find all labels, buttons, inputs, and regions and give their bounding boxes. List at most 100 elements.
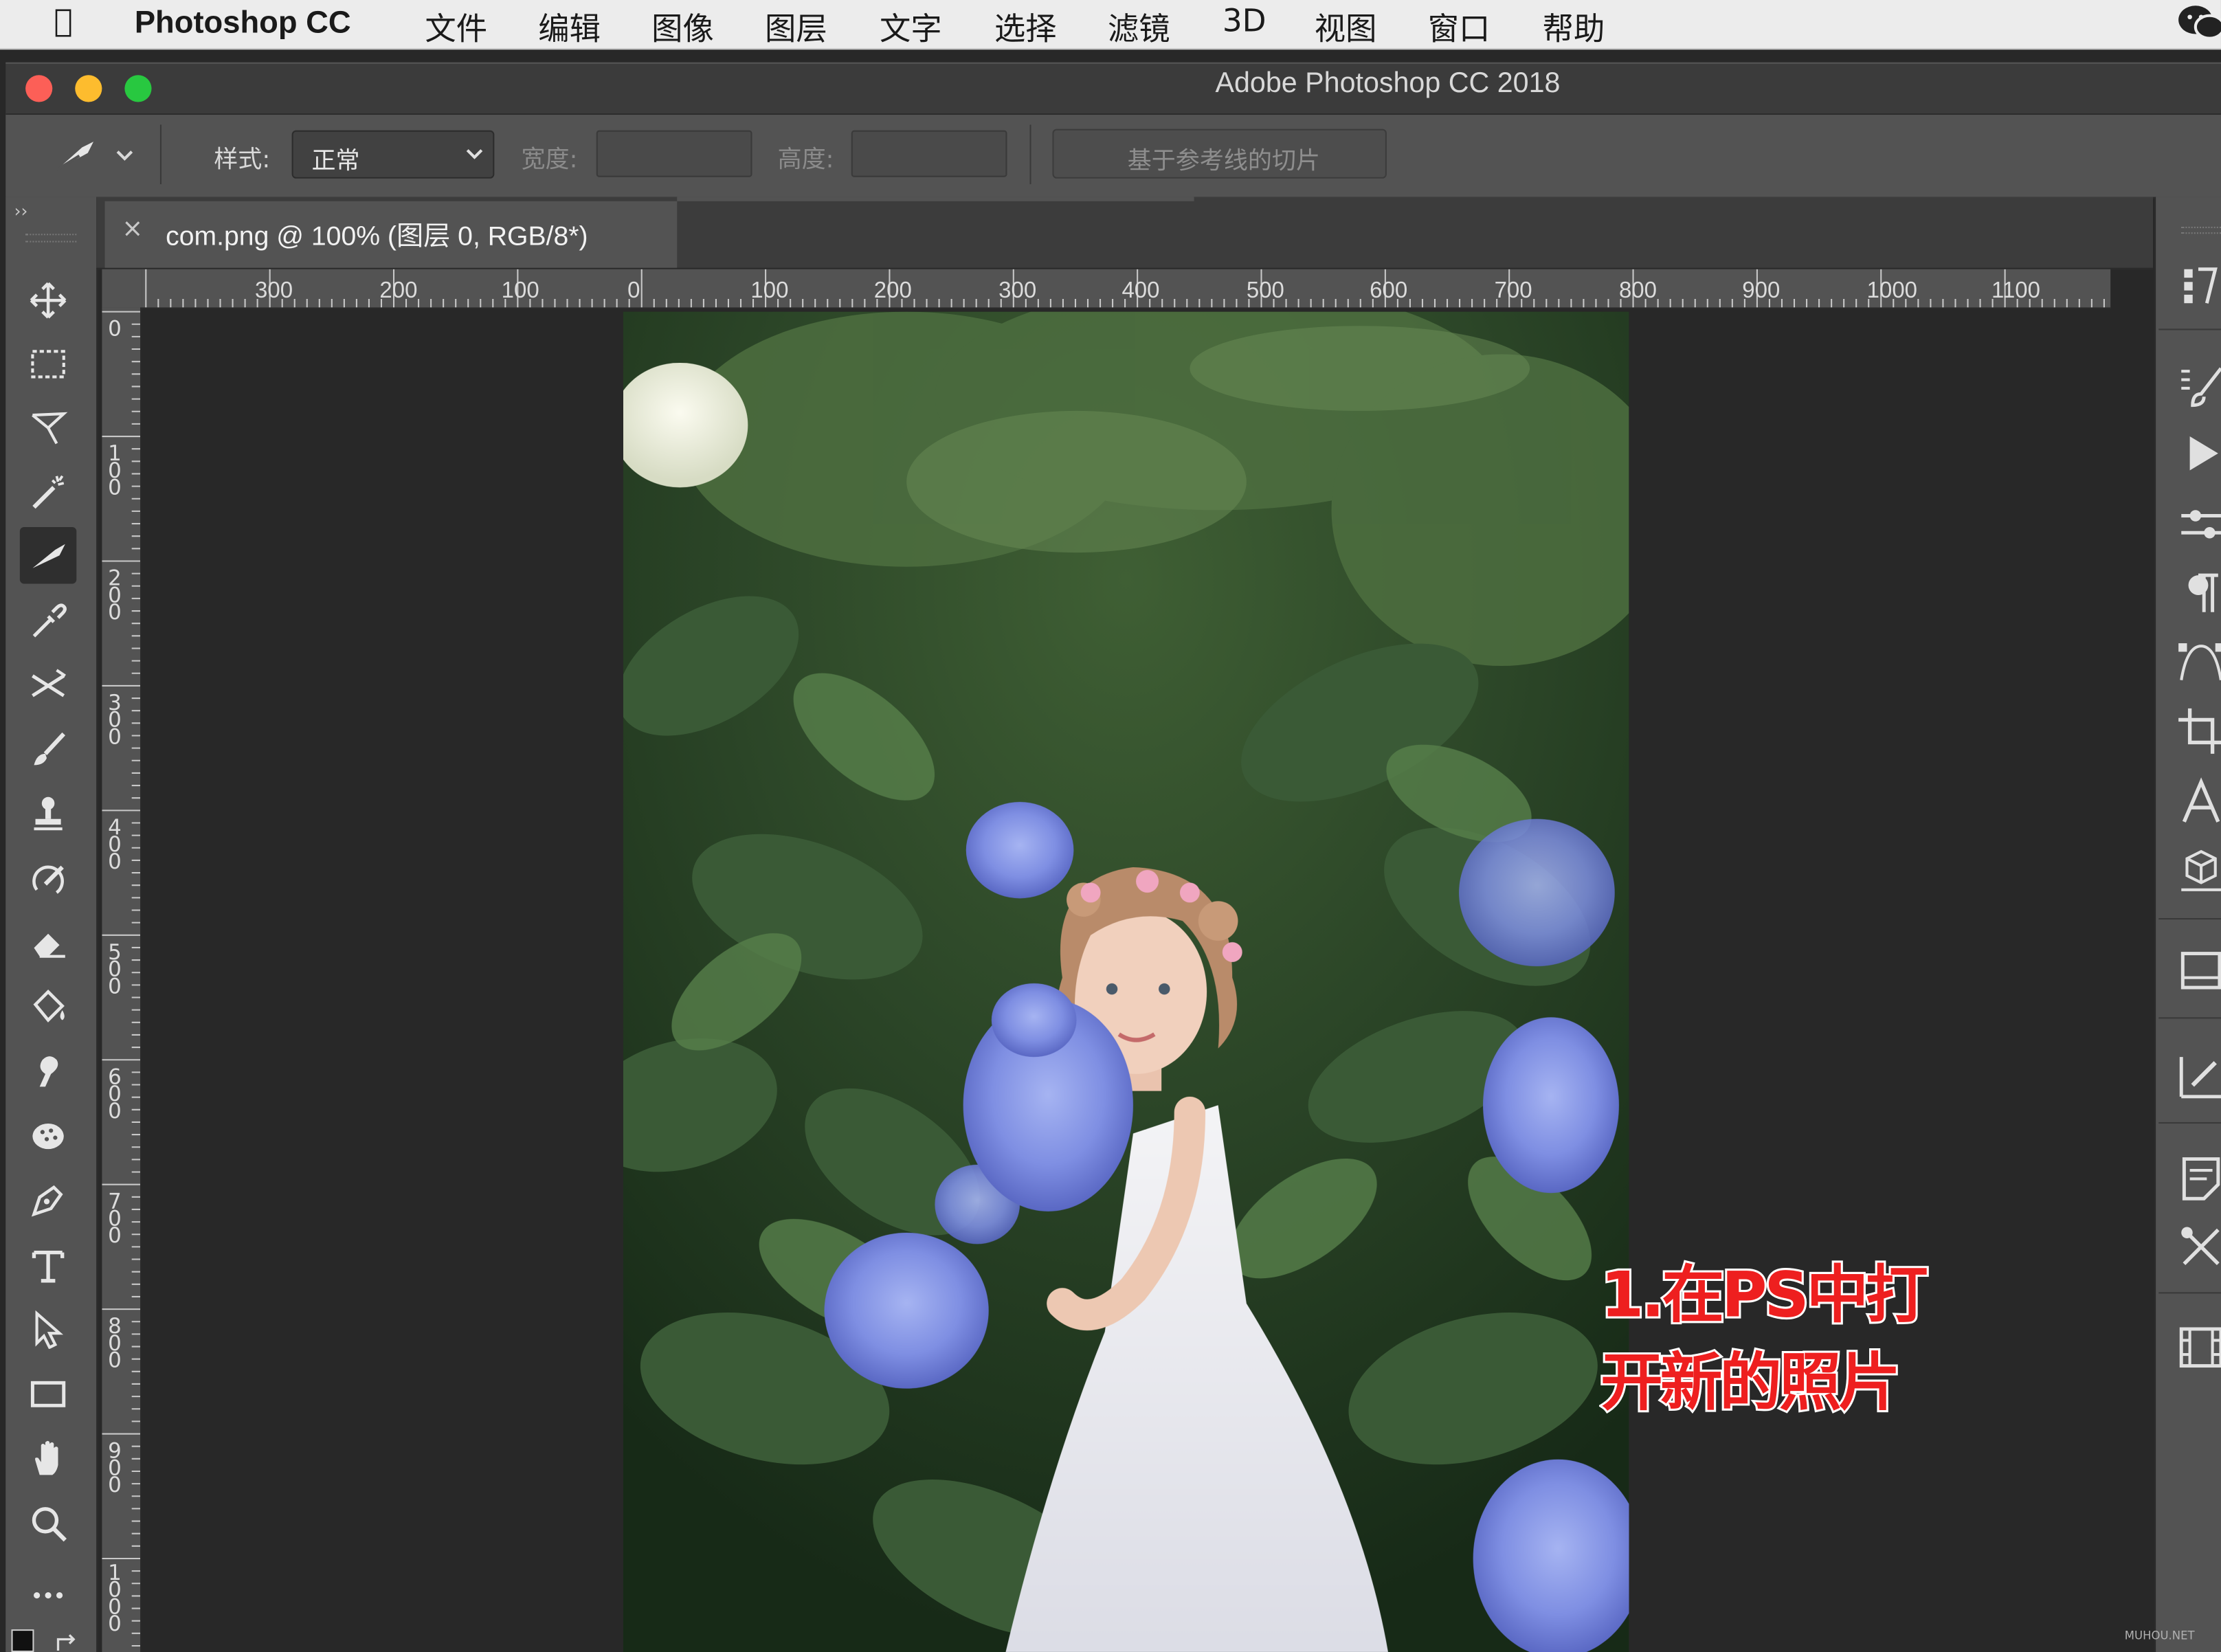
healing-tool[interactable]: [20, 656, 76, 713]
style-label: 样式:: [214, 146, 271, 175]
type-icon: [32, 1250, 65, 1283]
artboard-icon[interactable]: [2176, 946, 2221, 997]
ruler-label: 100: [501, 279, 539, 304]
magic-wand-tool[interactable]: [20, 463, 76, 520]
menu-select[interactable]: 选择: [994, 4, 1057, 49]
eyedropper-tool[interactable]: [20, 592, 76, 649]
paint-bucket-tool[interactable]: [20, 979, 76, 1036]
divider: [2158, 918, 2221, 920]
chevron-down-icon[interactable]: [113, 146, 136, 166]
menu-3d[interactable]: 3D: [1223, 4, 1266, 40]
divider: [2158, 1121, 2221, 1124]
play-actions-icon[interactable]: [2176, 428, 2221, 479]
more-tools[interactable]: [20, 1559, 76, 1615]
brush-settings-icon[interactable]: [2176, 360, 2221, 411]
ruler-label: 1100: [1991, 279, 2040, 304]
eraser-icon: [34, 933, 65, 958]
spot-healing-icon: [32, 669, 66, 697]
history-brush-tool[interactable]: [20, 850, 76, 906]
eraser-tool[interactable]: [20, 914, 76, 970]
move-icon: [30, 282, 67, 319]
paragraph-icon[interactable]: [2176, 567, 2221, 618]
paint-bucket-icon: [33, 990, 65, 1023]
smudge-tool[interactable]: [20, 1042, 76, 1099]
tool-presets-icon[interactable]: [2176, 1221, 2221, 1272]
magic-wand-icon: [32, 475, 65, 509]
zoom-tool[interactable]: [20, 1495, 76, 1551]
rectangle-icon: [30, 1381, 66, 1407]
hand-tool[interactable]: [20, 1429, 76, 1486]
mac-menubar:  Photoshop CC 文件 编辑 图像 图层 文字 选择 滤镜 3D 视…: [0, 0, 2221, 50]
right-panel-dock: [2154, 197, 2221, 1652]
ruler-label: 400: [1121, 279, 1160, 304]
rectangle-tool[interactable]: [20, 1366, 76, 1422]
history-brush-icon: [32, 865, 64, 894]
document-tab[interactable]: × com.png @ 100% (图层 0, RGB/8*): [104, 201, 678, 268]
slices-from-guides-button[interactable]: 基于参考线的切片: [1052, 129, 1387, 179]
ruler-label: 700: [108, 1188, 122, 1249]
apple-icon[interactable]: : [54, 4, 72, 40]
sponge-icon: [32, 1124, 64, 1150]
menu-file[interactable]: 文件: [425, 4, 487, 49]
brush-tool[interactable]: [20, 721, 76, 777]
panel-grip[interactable]: [25, 234, 77, 243]
character-icon[interactable]: [2176, 777, 2221, 827]
move-tool[interactable]: [20, 272, 76, 328]
arrow-pointer-icon: [35, 1310, 64, 1349]
app-menu[interactable]: Photoshop CC: [135, 4, 351, 41]
menu-window[interactable]: 窗口: [1428, 4, 1491, 49]
panel-grip[interactable]: [2181, 226, 2221, 234]
adjustments-sliders-icon[interactable]: [2176, 499, 2221, 550]
menu-layer[interactable]: 图层: [765, 4, 827, 49]
close-window-button[interactable]: [25, 75, 53, 102]
ruler-label: 0: [627, 279, 640, 304]
ruler-label: 200: [379, 279, 418, 304]
sponge-tool[interactable]: [20, 1108, 76, 1164]
path-selection-tool[interactable]: [20, 1301, 76, 1357]
menu-help[interactable]: 帮助: [1543, 4, 1605, 49]
ruler-label: 200: [873, 279, 912, 304]
divider: [2158, 328, 2221, 331]
ruler-label: 100: [108, 440, 122, 500]
ruler-origin[interactable]: [102, 269, 144, 309]
menu-filter[interactable]: 滤镜: [1108, 4, 1170, 49]
wechat-icon[interactable]: [2176, 3, 2221, 43]
type-tool[interactable]: [20, 1237, 76, 1293]
swap-colors-icon[interactable]: [54, 1632, 79, 1652]
3d-icon[interactable]: [2176, 845, 2221, 895]
pen-tool[interactable]: [20, 1172, 76, 1228]
divider: [1029, 124, 1031, 185]
collapse-panel-icon[interactable]: ››: [14, 201, 28, 221]
menu-image[interactable]: 图像: [651, 4, 714, 49]
foreground-color-swatch[interactable]: [11, 1629, 34, 1652]
photo-canvas[interactable]: [623, 311, 1629, 1652]
ruler-label: 200: [108, 565, 122, 625]
history-panel-icon[interactable]: [2176, 260, 2221, 311]
measurement-icon[interactable]: [2176, 1051, 2221, 1102]
clone-stamp-icon: [34, 796, 63, 831]
crop-icon[interactable]: [2176, 706, 2221, 757]
ruler-label: 500: [1246, 279, 1284, 304]
paths-icon[interactable]: [2176, 638, 2221, 689]
width-input[interactable]: [596, 130, 752, 177]
minimize-window-button[interactable]: [75, 75, 102, 102]
style-select[interactable]: 正常: [291, 130, 495, 179]
ruler-label: 800: [108, 1313, 122, 1373]
ruler-label: 800: [1618, 279, 1657, 304]
menu-edit[interactable]: 编辑: [538, 4, 601, 49]
annotation-line-1: 1.在PS中打: [1598, 1258, 1930, 1334]
annotation-line-2: 开新的照片: [1598, 1346, 1903, 1422]
lasso-tool[interactable]: [20, 399, 76, 456]
divider: [2158, 1292, 2221, 1294]
menu-view[interactable]: 视图: [1315, 4, 1377, 49]
slice-tool[interactable]: [19, 526, 77, 584]
zoom-window-button[interactable]: [124, 75, 152, 102]
notes-icon[interactable]: [2176, 1153, 2221, 1204]
tool-preset-picker-icon[interactable]: [51, 136, 102, 176]
timeline-film-icon[interactable]: [2176, 1321, 2221, 1372]
menu-type[interactable]: 文字: [880, 4, 942, 49]
marquee-tool[interactable]: [20, 336, 76, 392]
close-tab-icon[interactable]: ×: [122, 214, 143, 243]
stamp-tool[interactable]: [20, 785, 76, 841]
height-input[interactable]: [851, 130, 1007, 177]
